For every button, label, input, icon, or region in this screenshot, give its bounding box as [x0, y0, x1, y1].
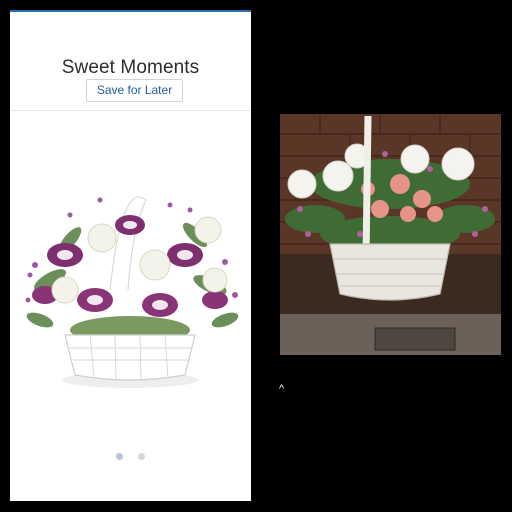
carousel-dot-2[interactable] — [137, 453, 145, 460]
panel-top-accent — [10, 10, 251, 12]
product-panel: Sweet Moments Save for Later — [10, 10, 251, 501]
save-for-later-button[interactable]: Save for Later — [86, 79, 183, 102]
flower-basket-image — [25, 192, 239, 388]
product-title: Sweet Moments — [61, 57, 200, 78]
header-divider — [10, 110, 251, 111]
flower-basket-photo — [280, 114, 501, 355]
carousel-dot-1[interactable] — [116, 453, 124, 460]
stray-glyph: ^ — [279, 383, 285, 395]
carousel-dots — [10, 447, 251, 465]
